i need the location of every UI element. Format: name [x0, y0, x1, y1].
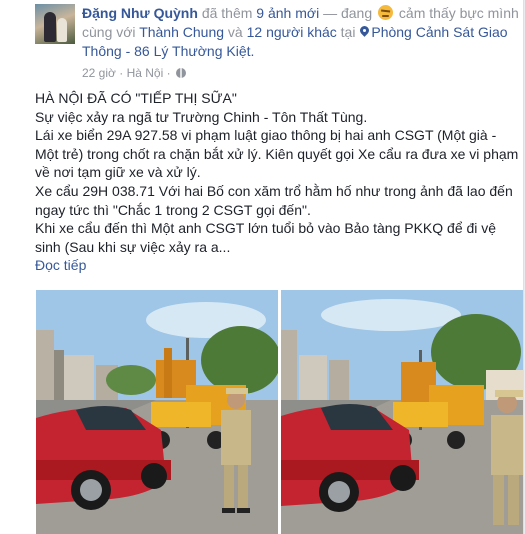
post-paragraph: Xe cẩu 29H 038.71 Với hai Bố con xăm trổ…: [35, 182, 513, 218]
post-photo-2-image: [281, 290, 523, 534]
post-paragraph: Lái xe biển 29A 927.58 vi phạm luật giao…: [35, 127, 519, 181]
author-name[interactable]: Đặng Như Quỳnh: [82, 5, 198, 21]
post-photo-1[interactable]: [36, 290, 278, 534]
post-photo-1-image: [36, 290, 278, 534]
added-text: đã thêm: [201, 5, 253, 21]
feeling-text: cảm thấy bực mình: [398, 5, 519, 21]
post-paragraph: Khi xe cẩu đến thì Một anh CSGT lớn tuổi…: [35, 220, 497, 255]
and-text: và: [227, 24, 243, 40]
post-headline: HÀ NỘI ĐÃ CÓ "TIẾP THỊ SỮA": [35, 90, 237, 106]
meta-separator: ·: [119, 66, 124, 80]
post-meta: 22 giờ · Hà Nội ·: [82, 66, 186, 80]
post-paragraph: Sự việc xảy ra ngã tư Trường Chinh - Tôn…: [35, 108, 368, 125]
at-text: tại: [340, 24, 356, 40]
others-link[interactable]: 12 người khác: [247, 24, 337, 40]
facebook-post: Đặng Như Quỳnh đã thêm 9 ảnh mới — đang …: [0, 0, 524, 534]
post-header-text: Đặng Như Quỳnh đã thêm 9 ảnh mới — đang …: [82, 4, 522, 61]
meta-separator: ·: [166, 66, 171, 80]
globe-icon[interactable]: [175, 68, 186, 78]
post-body: HÀ NỘI ĐÃ CÓ "TIẾP THỊ SỮA" Sự việc xảy …: [35, 89, 519, 275]
post-time-link[interactable]: 22 giờ: [82, 66, 116, 80]
location-pin-icon: [360, 26, 369, 38]
post-photo-2[interactable]: [281, 290, 523, 534]
angry-emoji-icon: [378, 5, 394, 20]
photos-added-link[interactable]: 9 ảnh mới: [256, 5, 319, 21]
see-more-link[interactable]: Đọc tiếp: [35, 256, 519, 275]
tagged-friend-link[interactable]: Thành Chung: [139, 24, 224, 40]
with-text: cùng với: [82, 24, 136, 40]
author-avatar[interactable]: [35, 4, 75, 44]
feeling-prefix: — đang: [323, 5, 373, 21]
post-city: Hà Nội: [126, 66, 164, 80]
